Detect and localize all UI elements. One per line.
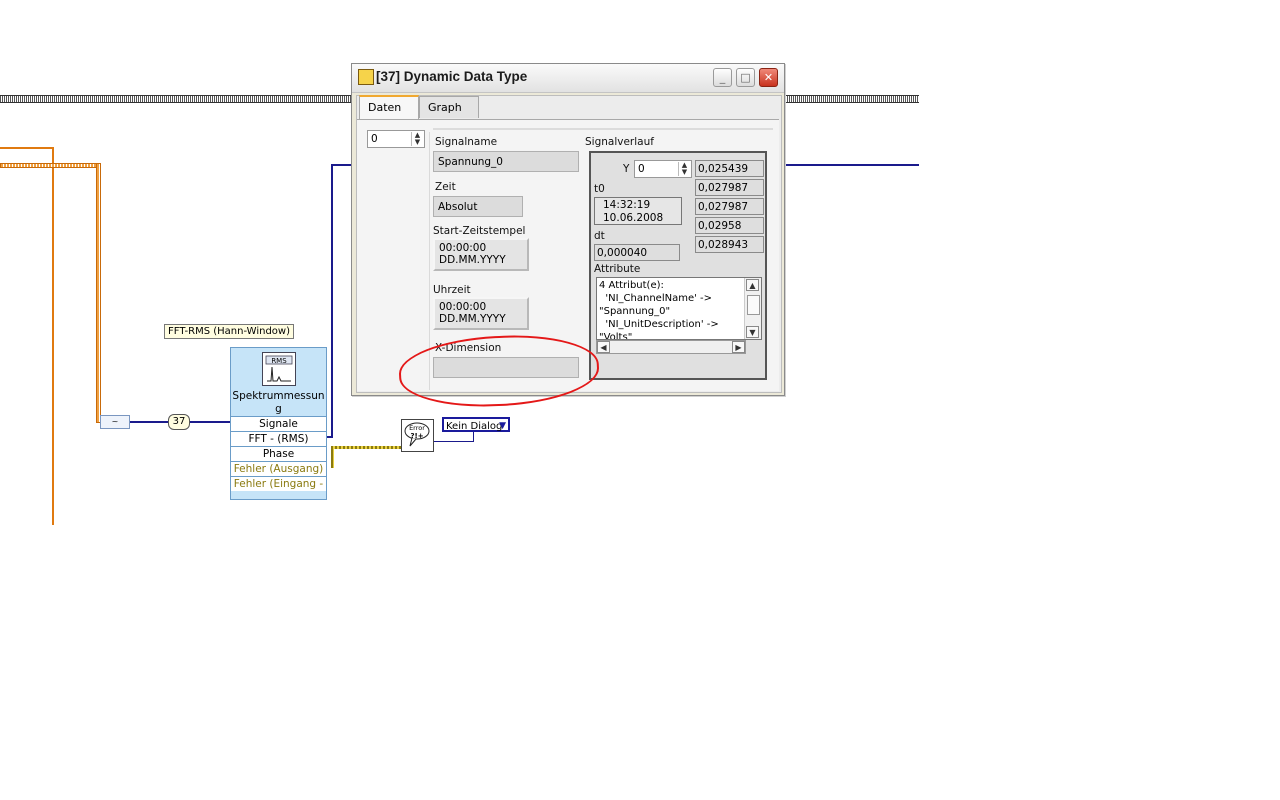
dynamic-wire-to-window [331, 164, 352, 166]
terminal-phase[interactable]: Phase [231, 446, 326, 461]
express-vi-title: Spektrummessun g [232, 390, 325, 415]
signalname-label: Signalname [435, 136, 498, 148]
t0-time: 14:32:19 [603, 199, 651, 211]
window-title: [37] Dynamic Data Type [376, 69, 528, 84]
attribute-text: 4 Attribut(e): 'NI_ChannelName' -> "Span… [596, 277, 762, 340]
uhrzeit-time: 00:00:00 [439, 301, 487, 313]
fft-rms-label: FFT-RMS (Hann-Window) [164, 324, 294, 339]
orange-wire-double [0, 163, 100, 168]
close-button[interactable]: ✕ [759, 68, 778, 87]
scroll-thumb[interactable] [747, 295, 760, 315]
y-index-spinner[interactable]: ▲ ▼ [678, 162, 690, 176]
y-value-1: 0,027987 [695, 179, 764, 196]
uhrzeit-field: 00:00:00 DD.MM.YYYY [433, 297, 529, 330]
error-wire-horizontal [331, 446, 401, 449]
y-value-3: 0,02958 [695, 217, 764, 234]
ring-wire [432, 441, 474, 442]
y-label: Y [623, 163, 630, 175]
attribute-line-0: 4 Attribut(e): [599, 280, 664, 291]
t0-date: 10.06.2008 [603, 212, 664, 224]
dynamic-wire-into-express [128, 421, 168, 423]
orange-wire-double-down [96, 163, 101, 423]
error-handler-icon[interactable]: Error ?!+ [401, 419, 434, 452]
error-wire-vertical [331, 446, 334, 468]
terminal-signale[interactable]: Signale [231, 416, 326, 431]
uhrzeit-label: Uhrzeit [433, 284, 471, 296]
y-index-value: 0 [638, 163, 645, 175]
array-index-spinner[interactable]: ▲ ▼ [411, 132, 423, 146]
start-time: 00:00:00 [439, 242, 487, 254]
dynamic-wire-after-constant [190, 421, 230, 423]
ring-dropdown-icon[interactable]: ▼ [499, 419, 506, 434]
scroll-left-icon[interactable]: ◀ [597, 341, 610, 353]
dt-field: 0,000040 [594, 244, 680, 261]
window-titlebar[interactable]: [37] Dynamic Data Type _ □ ✕ [352, 64, 784, 93]
zeit-label: Zeit [435, 181, 456, 193]
waveform-indicator: Y 0 ▲ ▼ 0,025439 0,027987 0,027987 0,0295… [589, 151, 767, 380]
dynamic-wire-right [783, 164, 919, 166]
signalname-field: Spannung_0 [433, 151, 579, 172]
terminal-fehler-eingang[interactable]: Fehler (Eingang - [231, 476, 326, 491]
tab-separator [433, 128, 773, 130]
dt-label: dt [594, 230, 605, 242]
uhrzeit-date: DD.MM.YYYY [439, 313, 506, 325]
attribute-vertical-scrollbar[interactable]: ▲ ▼ [744, 278, 761, 339]
start-zeitstempel-field: 00:00:00 DD.MM.YYYY [433, 238, 529, 271]
hatched-wire-left [0, 95, 352, 103]
attribute-horizontal-scrollbar[interactable]: ◀ ▶ [596, 340, 746, 354]
svg-text:RMS: RMS [271, 357, 287, 365]
numeric-constant[interactable]: 37 [168, 414, 190, 430]
dynamic-wire-up [331, 164, 333, 438]
start-zeitstempel-label: Start-Zeitstempel [433, 225, 526, 237]
svg-text:Error: Error [409, 424, 425, 432]
orange-wire-top [0, 147, 53, 149]
terminal-fft-rms[interactable]: FFT - (RMS) [231, 431, 326, 446]
tab-graph[interactable]: Graph [419, 96, 479, 118]
y-value-2: 0,027987 [695, 198, 764, 215]
signalverlauf-label: Signalverlauf [585, 136, 654, 148]
attribute-line-1: 'NI_ChannelName' -> [599, 293, 713, 304]
array-index-control[interactable]: 0 ▲ ▼ [367, 130, 425, 148]
spektrummessung-express-vi[interactable]: RMS Spektrummessun g Signale FFT - (RMS)… [230, 347, 327, 500]
t0-field: 14:32:19 10.06.2008 [594, 197, 682, 225]
attribute-line-2: "Spannung_0" [599, 306, 671, 317]
tab-daten[interactable]: Daten [359, 95, 419, 119]
hatched-wire-right [783, 95, 919, 103]
y-index-control[interactable]: 0 ▲ ▼ [634, 160, 692, 178]
y-value-0: 0,025439 [695, 160, 764, 177]
start-date: DD.MM.YYYY [439, 254, 506, 266]
rms-icon: RMS [262, 352, 296, 386]
subvi-node[interactable]: ~ [100, 415, 130, 429]
orange-wire-vertical [52, 147, 54, 525]
scroll-down-icon[interactable]: ▼ [746, 326, 759, 338]
dialog-ring-constant[interactable]: Kein Dialog ▼ [442, 417, 510, 432]
maximize-button[interactable]: □ [736, 68, 755, 87]
probe-app-icon [358, 69, 374, 85]
attribute-line-4: "Volts" [599, 332, 633, 340]
array-index-value: 0 [371, 133, 378, 145]
attribute-line-3: 'NI_UnitDescription' -> [599, 319, 719, 330]
terminal-fehler-ausgang[interactable]: Fehler (Ausgang) [231, 461, 326, 476]
attribute-label: Attribute [594, 263, 641, 275]
minimize-button[interactable]: _ [713, 68, 732, 87]
scroll-up-icon[interactable]: ▲ [746, 279, 759, 291]
scroll-right-icon[interactable]: ▶ [732, 341, 745, 353]
t0-label: t0 [594, 183, 605, 195]
y-value-4: 0,028943 [695, 236, 764, 253]
zeit-field: Absolut [433, 196, 523, 217]
ring-value: Kein Dialog [446, 421, 503, 432]
